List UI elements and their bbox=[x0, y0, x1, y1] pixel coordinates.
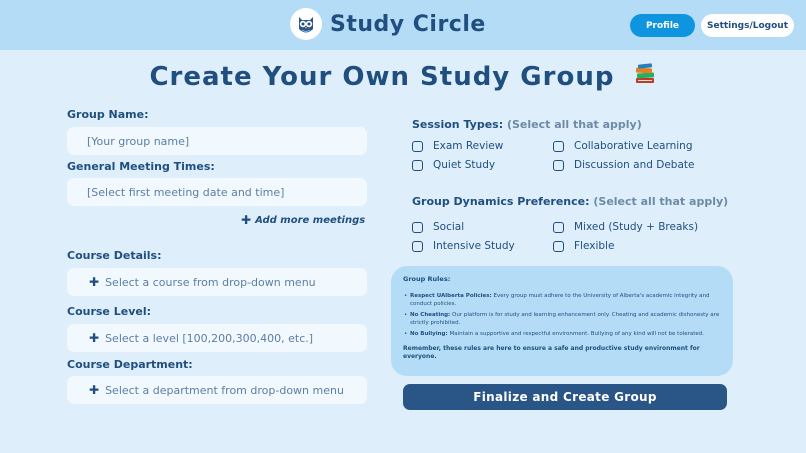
group-name-label: Group Name: bbox=[67, 108, 149, 121]
page-title: Create Your Own Study Group bbox=[149, 62, 615, 92]
checkbox-icon[interactable] bbox=[553, 140, 564, 152]
course-details-label: Course Details: bbox=[67, 249, 162, 262]
page-title-row: Create Your Own Study Group bbox=[0, 62, 806, 93]
brand-title: Study Circle bbox=[330, 11, 486, 37]
group-dynamics-title: Group Dynamics Preference: bbox=[412, 195, 590, 208]
session-types-title: Session Types: bbox=[412, 118, 504, 131]
option-mixed[interactable]: Mixed (Study + Breaks) bbox=[553, 221, 698, 233]
group-name-field-container bbox=[67, 127, 367, 155]
option-flexible[interactable]: Flexible bbox=[553, 240, 614, 252]
option-label: Collaborative Learning bbox=[574, 140, 693, 152]
plus-icon: ✚ bbox=[89, 275, 100, 289]
rule-head: No Bullying: bbox=[410, 331, 448, 337]
checkbox-icon[interactable] bbox=[553, 240, 564, 252]
course-department-label: Course Department: bbox=[67, 358, 193, 371]
course-details-dropdown[interactable]: ✚ Select a course from drop-down menu bbox=[67, 268, 367, 296]
rule-text: Maintain a supportive and respectful env… bbox=[449, 331, 705, 337]
course-department-dropdown[interactable]: ✚ Select a department from drop-down men… bbox=[67, 376, 367, 404]
owl-icon bbox=[290, 8, 322, 40]
checkbox-icon[interactable] bbox=[412, 221, 423, 233]
plus-icon: ✚ bbox=[89, 331, 100, 345]
rule-head: Respect UAlberta Policies: bbox=[410, 293, 492, 299]
rule-text: Our platform is for study and learning e… bbox=[410, 312, 720, 326]
group-name-input[interactable] bbox=[67, 133, 367, 149]
course-level-label: Course Level: bbox=[67, 305, 151, 318]
option-label: Exam Review bbox=[433, 140, 504, 152]
rule-item: No Bullying: Maintain a supportive and r… bbox=[404, 331, 721, 339]
checkbox-icon[interactable] bbox=[412, 140, 423, 152]
session-types-heading: Session Types: (Select all that apply) bbox=[412, 118, 642, 131]
group-dynamics-subtitle: (Select all that apply) bbox=[593, 195, 729, 208]
course-details-value: Select a course from drop-down menu bbox=[105, 275, 316, 289]
books-icon bbox=[633, 62, 657, 93]
checkbox-icon[interactable] bbox=[412, 240, 423, 252]
option-label: Mixed (Study + Breaks) bbox=[574, 221, 699, 233]
finalize-create-group-button[interactable]: Finalize and Create Group bbox=[403, 384, 727, 410]
plus-icon: ✚ bbox=[89, 383, 100, 397]
add-more-meetings-link[interactable]: ✚ Add more meetings bbox=[241, 213, 365, 227]
option-quiet-study[interactable]: Quiet Study bbox=[412, 159, 495, 171]
option-label: Flexible bbox=[574, 240, 615, 252]
checkbox-icon[interactable] bbox=[553, 159, 564, 171]
rule-item: No Cheating: Our platform is for study a… bbox=[404, 312, 721, 327]
option-intensive-study[interactable]: Intensive Study bbox=[412, 240, 515, 252]
plus-icon: ✚ bbox=[241, 213, 252, 227]
meeting-times-input[interactable] bbox=[67, 184, 367, 200]
checkbox-icon[interactable] bbox=[412, 159, 423, 171]
top-header: Study Circle Profile Settings/Logout bbox=[0, 0, 806, 50]
option-label: Discussion and Debate bbox=[574, 159, 695, 171]
option-social[interactable]: Social bbox=[412, 221, 464, 233]
course-department-value: Select a department from drop-down menu bbox=[105, 383, 344, 397]
option-label: Social bbox=[433, 221, 465, 233]
group-dynamics-heading: Group Dynamics Preference: (Select all t… bbox=[412, 195, 728, 208]
session-types-subtitle: (Select all that apply) bbox=[506, 118, 642, 131]
course-level-value: Select a level [100,200,300,400, etc.] bbox=[105, 331, 314, 345]
rules-footer: Remember, these rules are here to ensure… bbox=[403, 344, 700, 360]
brand[interactable]: Study Circle bbox=[290, 8, 486, 40]
settings-logout-button[interactable]: Settings/Logout bbox=[701, 14, 794, 37]
add-more-meetings-label: Add more meetings bbox=[255, 214, 366, 226]
option-label: Quiet Study bbox=[433, 159, 496, 171]
option-discussion-debate[interactable]: Discussion and Debate bbox=[553, 159, 695, 171]
profile-button[interactable]: Profile bbox=[630, 14, 695, 37]
meeting-times-field-container bbox=[67, 178, 367, 206]
rules-title: Group Rules: bbox=[403, 275, 451, 283]
option-label: Intensive Study bbox=[433, 240, 515, 252]
meeting-times-label: General Meeting Times: bbox=[67, 160, 215, 173]
course-level-dropdown[interactable]: ✚ Select a level [100,200,300,400, etc.] bbox=[67, 324, 367, 352]
rule-head: No Cheating: bbox=[410, 312, 451, 318]
option-collaborative-learning[interactable]: Collaborative Learning bbox=[553, 140, 693, 152]
rule-item: Respect UAlberta Policies: Every group m… bbox=[404, 293, 721, 308]
checkbox-icon[interactable] bbox=[553, 221, 564, 233]
group-rules-box: Group Rules: Respect UAlberta Policies: … bbox=[391, 266, 733, 376]
option-exam-review[interactable]: Exam Review bbox=[412, 140, 503, 152]
